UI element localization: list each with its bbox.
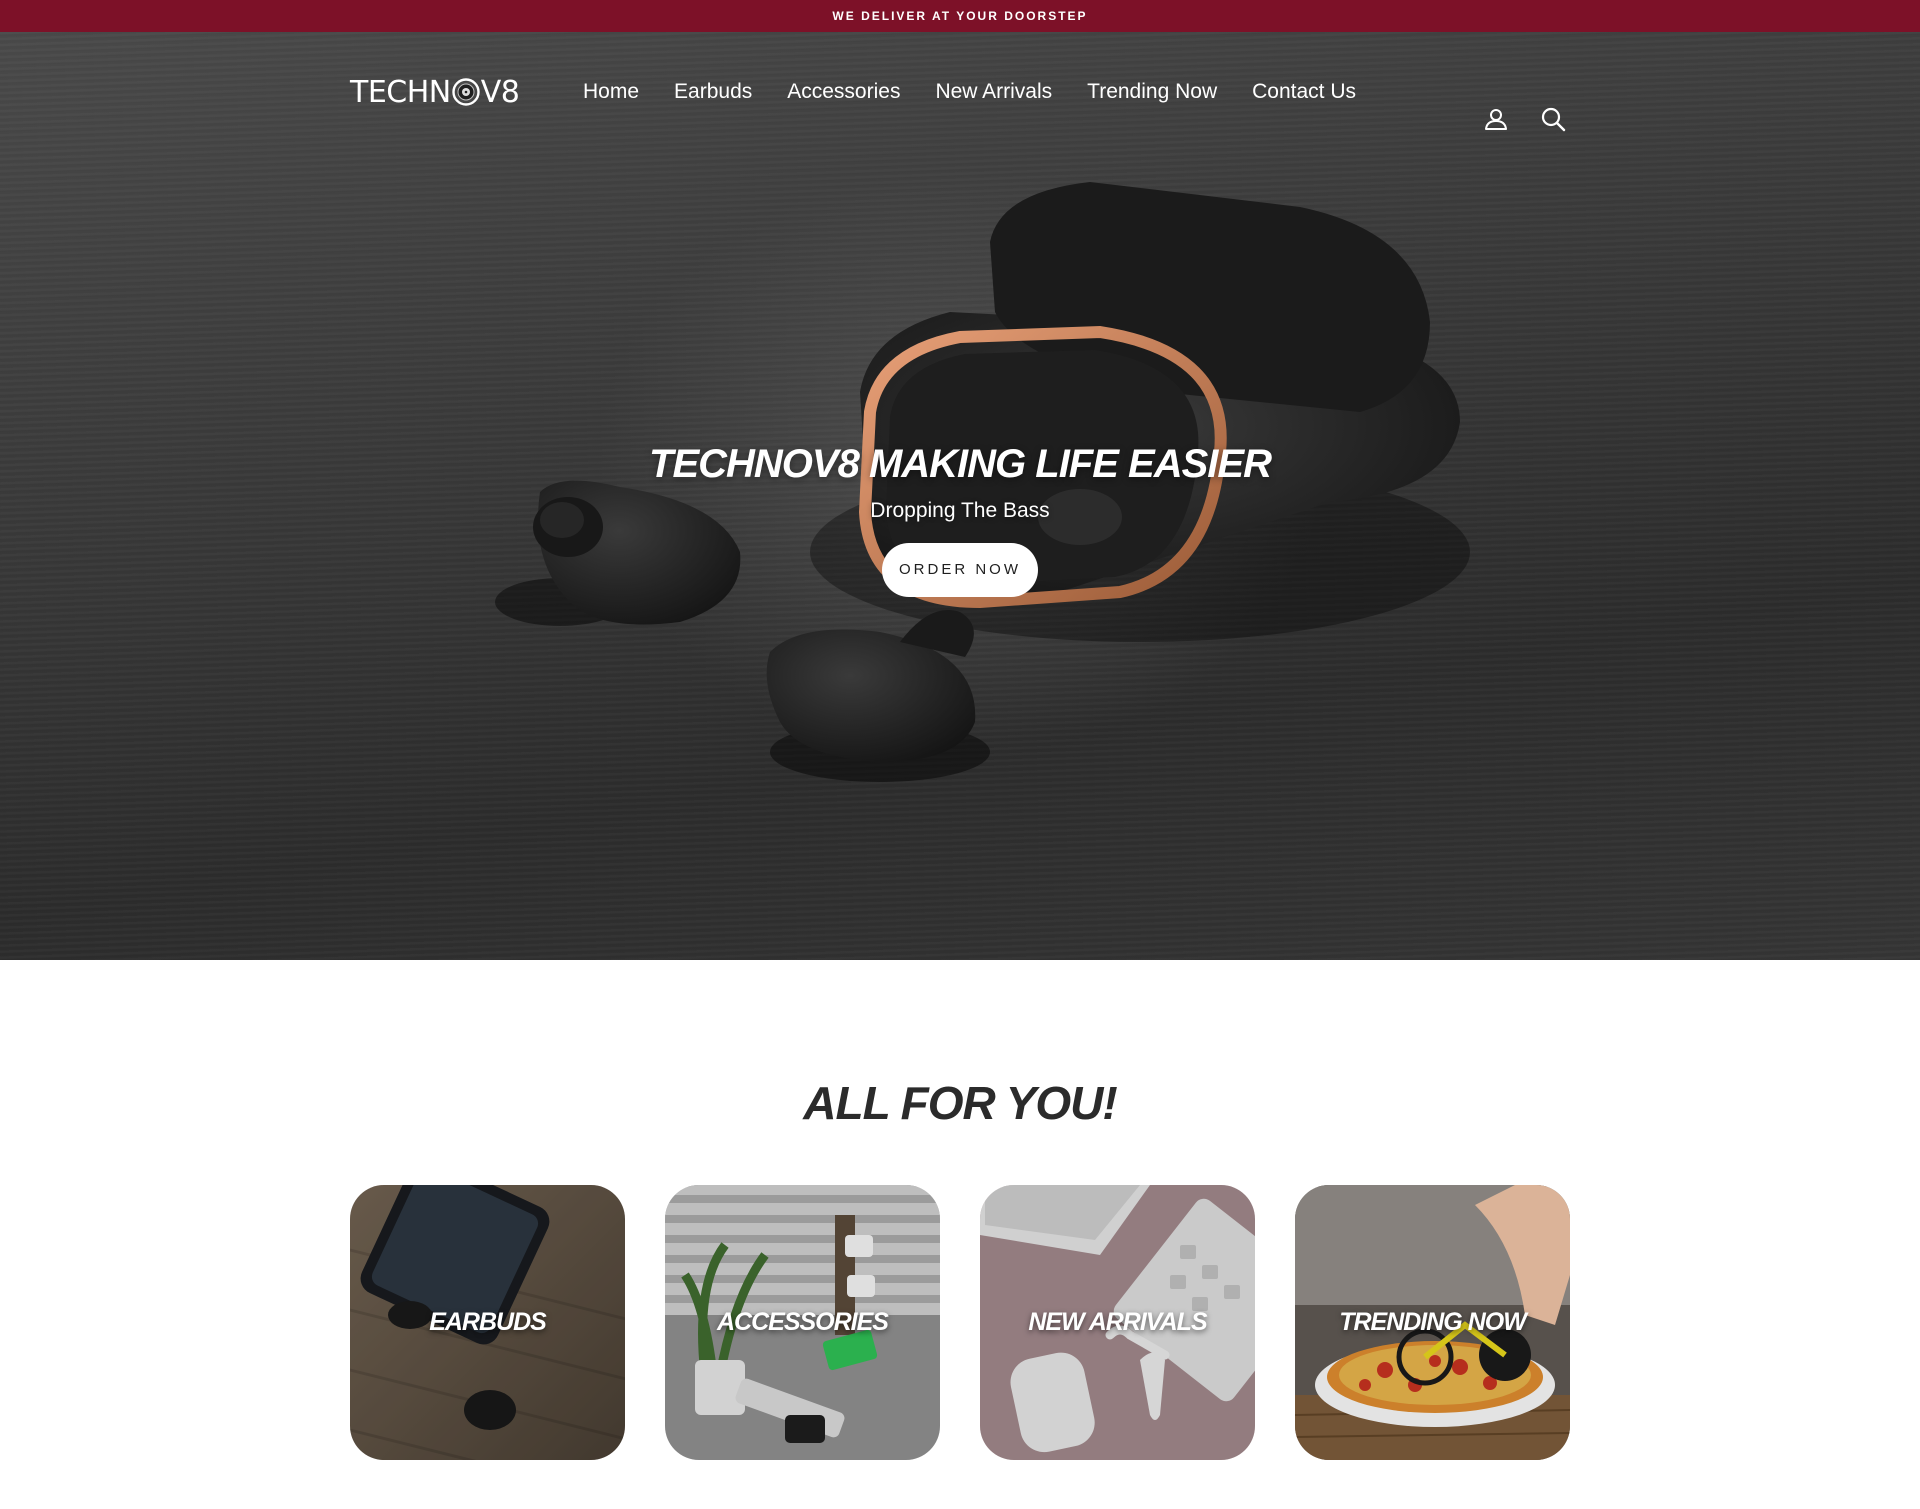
collection-tile-trending-now[interactable]: TRENDING NOW	[1295, 1185, 1570, 1460]
collection-label: TRENDING NOW	[1339, 1308, 1527, 1336]
hero-title: TECHNOV8 MAKING LIFE EASIER	[649, 442, 1272, 486]
nav-contact-us[interactable]: Contact Us	[1252, 80, 1356, 104]
vinyl-disc-icon	[452, 78, 480, 106]
collection-tile-accessories[interactable]: ACCESSORIES	[665, 1185, 940, 1460]
hero-banner: TECHNOV8 MAKING LIFE EASIER Dropping The…	[0, 32, 1920, 960]
site-logo[interactable]: TECHN V8	[350, 74, 520, 110]
nav-trending-now[interactable]: Trending Now	[1087, 80, 1217, 104]
logo-text-right: V8	[480, 74, 520, 110]
nav-new-arrivals[interactable]: New Arrivals	[935, 80, 1052, 104]
user-icon[interactable]	[1483, 106, 1509, 132]
announcement-text: WE DELIVER AT YOUR DOORSTEP	[832, 9, 1088, 23]
collections-heading: ALL FOR YOU!	[803, 1077, 1117, 1129]
search-icon[interactable]	[1540, 106, 1566, 132]
collection-label: ACCESSORIES	[717, 1308, 889, 1336]
collection-label: EARBUDS	[429, 1308, 547, 1336]
site-header: TECHN V8 Home Earbuds Accessories New Ar…	[0, 32, 1920, 146]
main-nav: Home Earbuds Accessories New Arrivals Tr…	[583, 72, 1391, 112]
logo-text-left: TECHN	[350, 74, 451, 110]
order-now-button[interactable]: ORDER NOW	[882, 543, 1038, 597]
collection-grid: EARBUDS ACCESSORIES NEW ARRIVALS TRENDIN…	[350, 1185, 1570, 1460]
nav-home[interactable]: Home	[583, 80, 639, 104]
nav-earbuds[interactable]: Earbuds	[674, 80, 752, 104]
collection-tile-earbuds[interactable]: EARBUDS	[350, 1185, 625, 1460]
collection-label: NEW ARRIVALS	[1028, 1308, 1207, 1336]
announcement-bar: WE DELIVER AT YOUR DOORSTEP	[0, 0, 1920, 32]
hero-subtitle: Dropping The Bass	[870, 499, 1050, 522]
hero-content: TECHNOV8 MAKING LIFE EASIER Dropping The…	[0, 442, 1920, 597]
collection-tile-new-arrivals[interactable]: NEW ARRIVALS	[980, 1185, 1255, 1460]
nav-accessories[interactable]: Accessories	[787, 80, 900, 104]
header-actions	[1483, 106, 1566, 132]
